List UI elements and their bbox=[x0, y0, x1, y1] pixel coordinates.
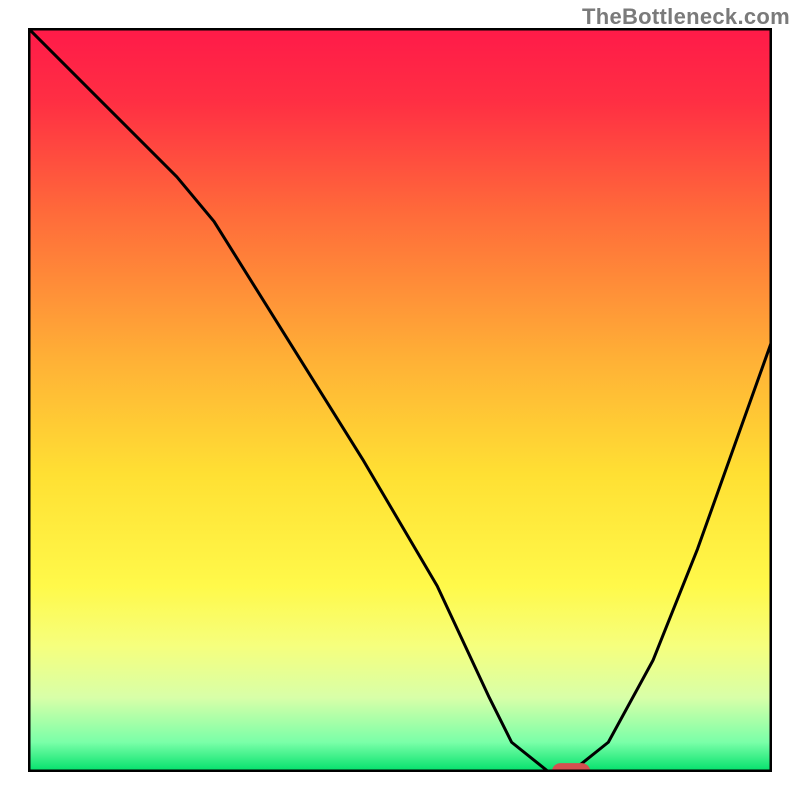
chart-stage: TheBottleneck.com bbox=[0, 0, 800, 800]
watermark-text: TheBottleneck.com bbox=[582, 4, 790, 30]
chart-svg bbox=[28, 28, 772, 772]
plot-area bbox=[28, 28, 772, 772]
